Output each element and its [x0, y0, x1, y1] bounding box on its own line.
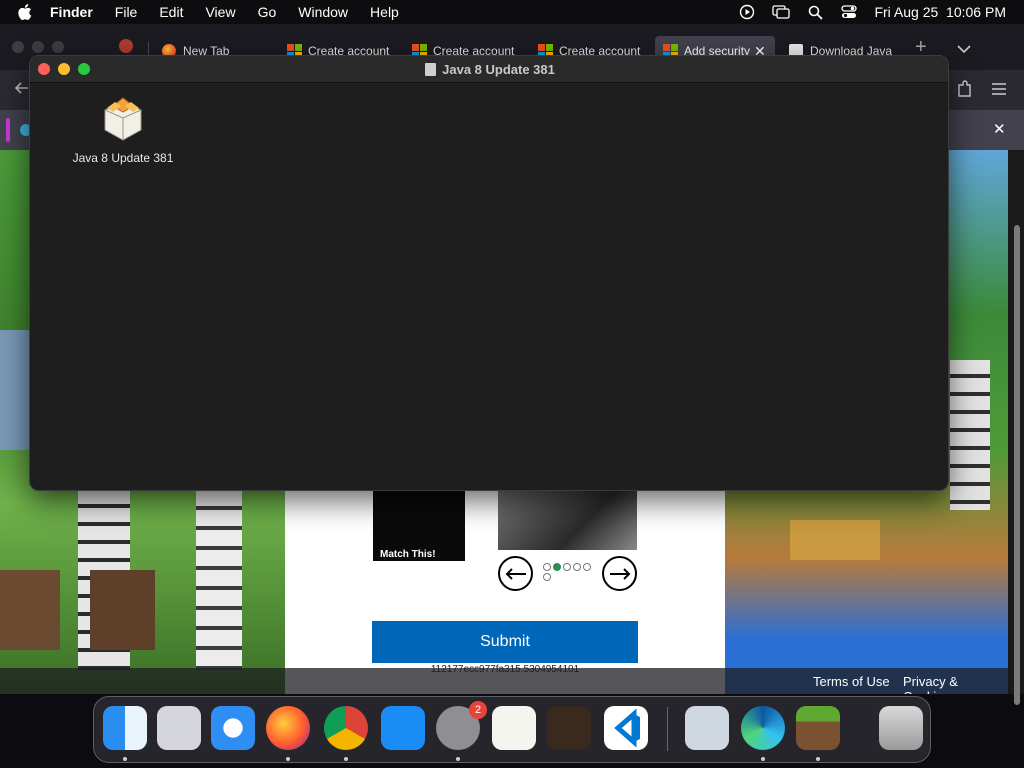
menu-edit[interactable]: Edit [159, 4, 183, 20]
finder-dock-icon[interactable] [103, 706, 147, 750]
chrome-dock-icon[interactable] [324, 706, 368, 750]
menubar-clock[interactable]: Fri Aug 25 10:06 PM [874, 4, 1006, 20]
safari-dock-icon[interactable] [211, 706, 255, 750]
menu-app-name[interactable]: Finder [50, 4, 93, 20]
captcha-page-dot-selected[interactable] [553, 563, 561, 571]
submit-button[interactable]: Submit [372, 621, 638, 663]
arrow-left-icon [505, 567, 526, 580]
running-indicator [816, 757, 820, 761]
page-scrollbar[interactable] [1008, 150, 1024, 705]
menu-window[interactable]: Window [298, 4, 348, 20]
window-close-button[interactable] [12, 41, 24, 53]
scrollbar-thumb[interactable] [1014, 225, 1020, 705]
running-indicator [761, 757, 765, 761]
disk-image-icon [425, 62, 437, 76]
mirroring-icon[interactable] [772, 3, 791, 21]
screen-recording-icon[interactable] [738, 3, 756, 21]
extensions-icon[interactable] [956, 80, 972, 103]
captcha-previous-button[interactable] [498, 556, 533, 591]
garageband-dock-icon[interactable] [547, 706, 591, 750]
background-cow [0, 570, 60, 650]
window-zoom-button[interactable] [52, 41, 64, 53]
notification-badge: 2 [469, 701, 487, 719]
finder-window-title: Java 8 Update 381 [442, 61, 555, 77]
textedit-dock-icon[interactable] [492, 706, 536, 750]
captcha-page-dot[interactable] [543, 573, 551, 581]
captcha-page-dot[interactable] [573, 563, 581, 571]
window-minimize-button[interactable] [32, 41, 44, 53]
app-menu-hamburger-icon[interactable] [992, 82, 1006, 100]
background-birch-tree [196, 490, 242, 670]
background-cow [90, 570, 155, 650]
firefox-dock-icon[interactable] [266, 706, 310, 750]
captcha-next-button[interactable] [602, 556, 637, 591]
finder-close-button[interactable] [38, 63, 50, 75]
captcha-page-dot[interactable] [543, 563, 551, 571]
notification-accent [6, 118, 10, 142]
finder-file-item[interactable]: Java 8 Update 381 [68, 96, 178, 165]
minecraft-dock-icon[interactable] [796, 706, 840, 750]
running-indicator [123, 757, 127, 761]
vscode-logo-icon [614, 708, 640, 748]
captcha-challenge-image [498, 490, 637, 550]
dock-separator [667, 707, 668, 751]
notification-close-icon[interactable]: ✕ [993, 120, 1006, 138]
finder-title-bar[interactable]: Java 8 Update 381 [30, 56, 948, 83]
finder-window: Java 8 Update 381 Java 8 Update 381 [29, 55, 949, 491]
launchpad-dock-icon[interactable] [157, 706, 201, 750]
apple-menu-icon[interactable] [0, 4, 50, 20]
spotlight-search-icon[interactable] [806, 3, 824, 21]
edge-dock-icon[interactable] [741, 706, 785, 750]
trash-dock-icon[interactable] [879, 706, 923, 750]
running-indicator [456, 757, 460, 761]
menu-go[interactable]: Go [258, 4, 277, 20]
terms-of-use-link[interactable]: Terms of Use [813, 674, 890, 689]
running-indicator [286, 757, 290, 761]
captcha-page-dot[interactable] [583, 563, 591, 571]
control-center-icon[interactable] [840, 3, 858, 21]
running-indicator [344, 757, 348, 761]
package-installer-icon [104, 97, 142, 141]
list-all-tabs-chevron-icon[interactable] [957, 41, 971, 59]
firefox-view-icon[interactable] [119, 39, 133, 53]
captcha-page-dot[interactable] [563, 563, 571, 571]
app-store-dock-icon[interactable] [381, 706, 425, 750]
vscode-dock-icon[interactable] [604, 706, 648, 750]
menu-bar: Finder File Edit View Go Window Help Fri… [0, 0, 1024, 24]
privacy-cookies-link[interactable]: Privacy & Cookies [903, 674, 1008, 694]
finder-file-label: Java 8 Update 381 [72, 151, 174, 165]
finder-zoom-button[interactable] [78, 63, 90, 75]
finder-minimize-button[interactable] [58, 63, 70, 75]
menu-view[interactable]: View [205, 4, 235, 20]
back-arrow-icon[interactable] [14, 80, 30, 101]
background-bookshelf [790, 520, 880, 560]
dock: 2 [93, 696, 931, 763]
background-birch-tree [950, 360, 990, 510]
preview-dock-icon[interactable] [685, 706, 729, 750]
menu-file[interactable]: File [115, 4, 138, 20]
menu-help[interactable]: Help [370, 4, 399, 20]
match-this-label: Match This! [373, 548, 465, 561]
arrow-right-icon [609, 567, 630, 580]
